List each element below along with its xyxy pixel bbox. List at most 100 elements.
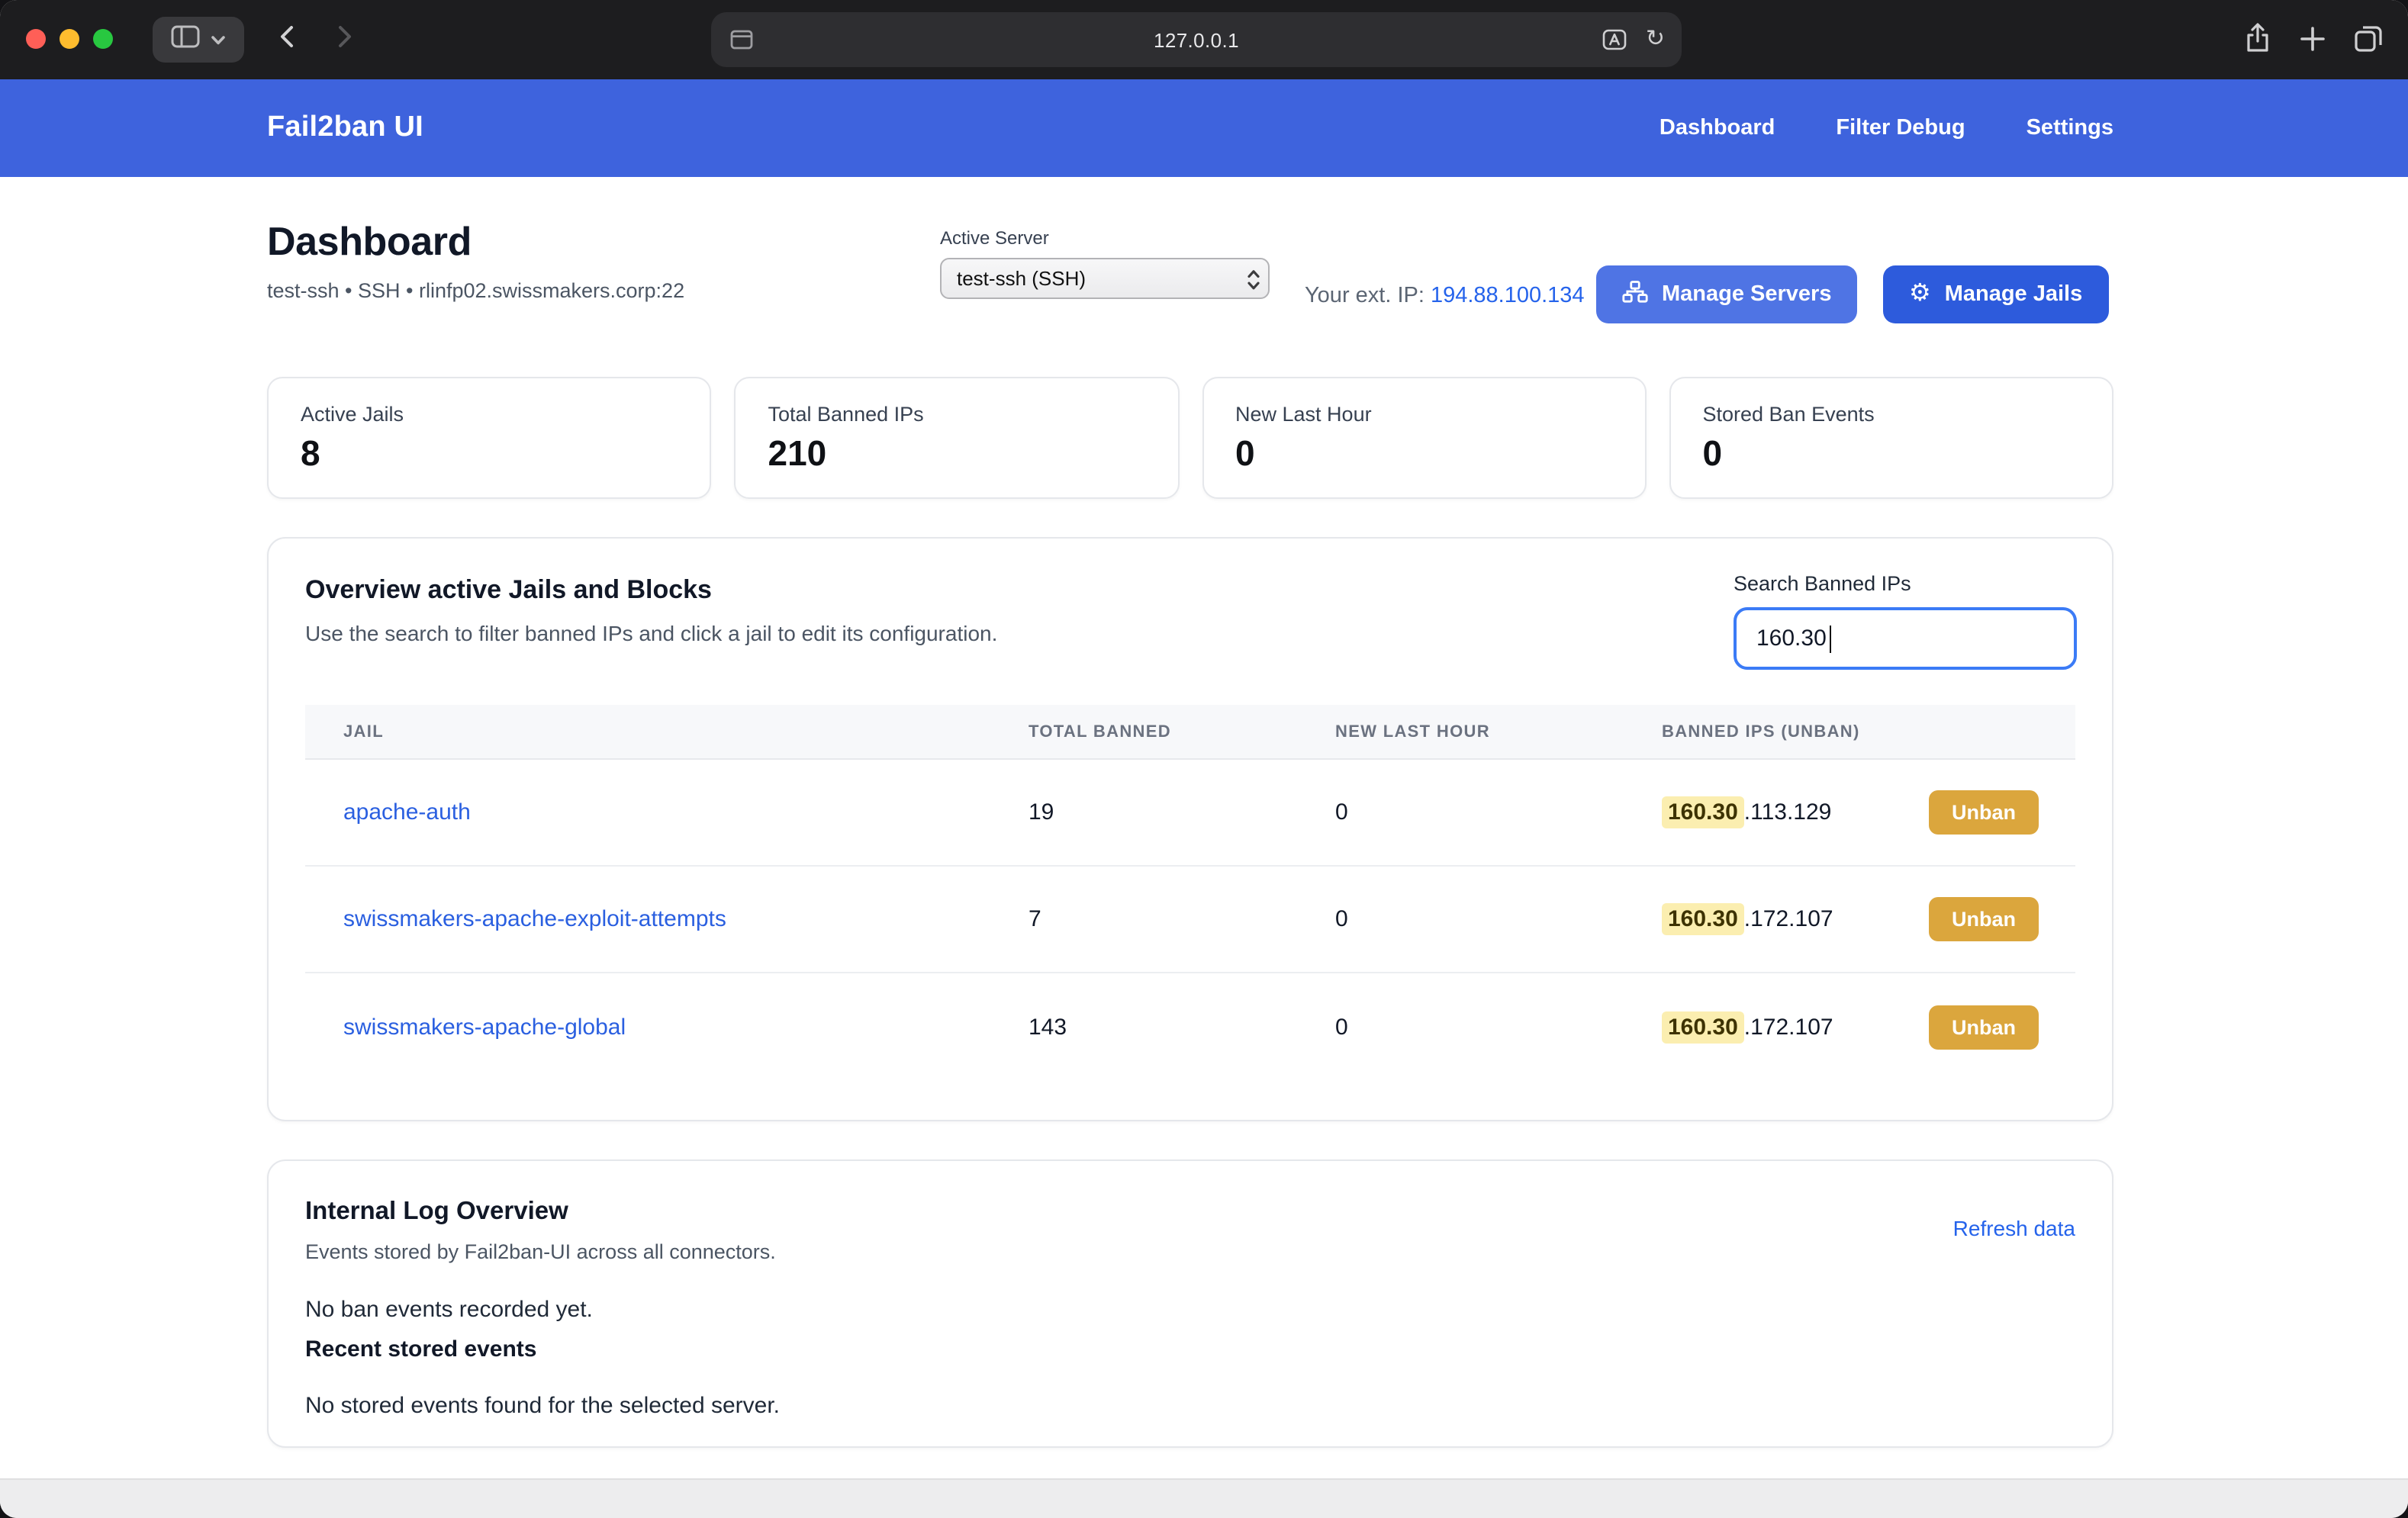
stat-card-stored-ban-events: Stored Ban Events 0 <box>1669 377 2114 499</box>
toolbar-right <box>2243 21 2384 63</box>
stat-cards: Active Jails 8 Total Banned IPs 210 New … <box>267 377 2113 499</box>
log-subtitle: Events stored by Fail2ban-UI across all … <box>305 1240 2075 1263</box>
search-banned-ips-input[interactable]: 160.30 <box>1734 607 2077 670</box>
new-tab-icon[interactable] <box>2300 25 2326 59</box>
stat-label: Total Banned IPs <box>768 403 1146 426</box>
reload-icon[interactable]: ↻ <box>1646 24 1665 55</box>
browser-window: 127.0.0.1 ↻ Fail2ban UI <box>0 0 2408 1518</box>
chevron-down-icon <box>211 26 226 53</box>
total-banned-value: 143 <box>1029 1014 1335 1040</box>
jail-link[interactable]: apache-auth <box>343 799 471 825</box>
close-window-button[interactable] <box>26 29 46 49</box>
ip-match-highlight: 160.30 <box>1662 796 1744 828</box>
forward-icon <box>328 21 359 59</box>
no-stored-events-text: No stored events found for the selected … <box>305 1393 2075 1419</box>
active-server-select[interactable]: test-ssh (SSH) <box>940 258 1270 299</box>
search-label: Search Banned IPs <box>1734 572 2077 595</box>
stat-label: Stored Ban Events <box>1703 403 2081 426</box>
share-icon[interactable] <box>2243 21 2272 63</box>
unban-button[interactable]: Unban <box>1929 1005 2039 1049</box>
new-last-hour-value: 0 <box>1335 1014 1662 1040</box>
ip-rest: .113.129 <box>1744 799 1832 825</box>
jails-table: JAIL TOTAL BANNED NEW LAST HOUR BANNED I… <box>305 705 2075 1080</box>
external-ip-label: Your ext. IP: <box>1305 284 1425 308</box>
sitemap-icon <box>1622 280 1648 309</box>
table-header-row: JAIL TOTAL BANNED NEW LAST HOUR BANNED I… <box>305 705 2075 760</box>
browser-chrome: 127.0.0.1 ↻ <box>0 0 2408 79</box>
manage-jails-button[interactable]: ⚙ Manage Jails <box>1883 265 2108 323</box>
stat-value: 210 <box>768 433 1146 474</box>
select-stepper-icon <box>1247 269 1260 296</box>
col-header-new-last-hour: NEW LAST HOUR <box>1335 722 1662 741</box>
no-ban-events-text: No ban events recorded yet. <box>305 1297 2075 1323</box>
overview-card: Overview active Jails and Blocks Use the… <box>267 537 2113 1121</box>
refresh-data-link[interactable]: Refresh data <box>1953 1216 2075 1240</box>
minimize-window-button[interactable] <box>60 29 79 49</box>
gear-icon: ⚙ <box>1909 282 1931 307</box>
address-bar[interactable]: 127.0.0.1 ↻ <box>711 12 1682 67</box>
col-header-banned-ips: BANNED IPS (UNBAN) <box>1662 722 2075 741</box>
internal-log-card: Internal Log Overview Events stored by F… <box>267 1159 2113 1448</box>
sidebar-icon <box>171 24 200 56</box>
zoom-window-button[interactable] <box>93 29 113 49</box>
new-last-hour-value: 0 <box>1335 906 1662 932</box>
col-header-jail: JAIL <box>305 722 1029 741</box>
col-header-total-banned: TOTAL BANNED <box>1029 722 1335 741</box>
page-icon <box>729 27 754 59</box>
banned-ip: 160.30.172.107 <box>1662 906 1833 932</box>
stat-label: New Last Hour <box>1235 403 1613 426</box>
nav-link-dashboard[interactable]: Dashboard <box>1660 116 1775 140</box>
nav-link-settings[interactable]: Settings <box>2027 116 2113 140</box>
jail-link[interactable]: swissmakers-apache-global <box>343 1014 626 1040</box>
stat-label: Active Jails <box>301 403 678 426</box>
banned-ip: 160.30.113.129 <box>1662 799 1831 825</box>
total-banned-value: 19 <box>1029 799 1335 825</box>
page-header: Dashboard test-ssh • SSH • rlinfp02.swis… <box>267 218 2113 336</box>
active-server-value: test-ssh (SSH) <box>957 267 1086 290</box>
manage-jails-label: Manage Jails <box>1945 282 2083 307</box>
window-controls <box>26 29 113 49</box>
page-body: Dashboard test-ssh • SSH • rlinfp02.swis… <box>0 177 2408 1515</box>
window-bottom-strip <box>0 1478 2408 1518</box>
recent-stored-events-heading: Recent stored events <box>305 1336 2075 1362</box>
ip-rest: .172.107 <box>1744 1014 1833 1040</box>
url-text: 127.0.0.1 <box>711 28 1682 51</box>
translate-icon[interactable] <box>1602 29 1627 58</box>
ip-match-highlight: 160.30 <box>1662 903 1744 935</box>
total-banned-value: 7 <box>1029 906 1335 932</box>
brand-title: Fail2ban UI <box>267 111 423 145</box>
manage-servers-label: Manage Servers <box>1662 282 1831 307</box>
text-caret <box>1830 625 1832 652</box>
active-server-label: Active Server <box>940 227 1270 249</box>
nav-links: Dashboard Filter Debug Settings <box>1660 116 2113 140</box>
back-button[interactable] <box>272 23 305 56</box>
stat-value: 0 <box>1703 433 2081 474</box>
manage-servers-button[interactable]: Manage Servers <box>1596 265 1857 323</box>
table-row: apache-auth 19 0 160.30.113.129 Unban <box>305 760 2075 867</box>
stat-value: 0 <box>1235 433 1613 474</box>
stat-value: 8 <box>301 433 678 474</box>
stat-card-new-last-hour: New Last Hour 0 <box>1202 377 1647 499</box>
tab-overview-icon[interactable] <box>2353 23 2384 61</box>
sidebar-toggle-button[interactable] <box>153 17 244 63</box>
forward-button[interactable] <box>327 23 360 56</box>
unban-button[interactable]: Unban <box>1929 897 2039 941</box>
active-server-group: Active Server test-ssh (SSH) <box>940 227 1270 299</box>
screen: 127.0.0.1 ↻ Fail2ban UI <box>0 0 2408 1518</box>
table-row: swissmakers-apache-exploit-attempts 7 0 … <box>305 867 2075 973</box>
unban-button[interactable]: Unban <box>1929 790 2039 835</box>
search-value: 160.30 <box>1756 626 1827 651</box>
new-last-hour-value: 0 <box>1335 799 1662 825</box>
nav-link-filter-debug[interactable]: Filter Debug <box>1836 116 1965 140</box>
ip-rest: .172.107 <box>1744 906 1833 932</box>
log-title: Internal Log Overview <box>305 1198 2075 1227</box>
external-ip: Your ext. IP:194.88.100.134 <box>1305 284 1585 308</box>
back-icon <box>273 21 304 59</box>
stat-card-active-jails: Active Jails 8 <box>267 377 712 499</box>
search-group: Search Banned IPs 160.30 <box>1734 572 2077 670</box>
app-navbar: Fail2ban UI Dashboard Filter Debug Setti… <box>0 79 2408 177</box>
external-ip-value[interactable]: 194.88.100.134 <box>1431 284 1585 308</box>
ip-match-highlight: 160.30 <box>1662 1011 1744 1043</box>
stat-card-total-banned: Total Banned IPs 210 <box>735 377 1180 499</box>
jail-link[interactable]: swissmakers-apache-exploit-attempts <box>343 906 726 932</box>
